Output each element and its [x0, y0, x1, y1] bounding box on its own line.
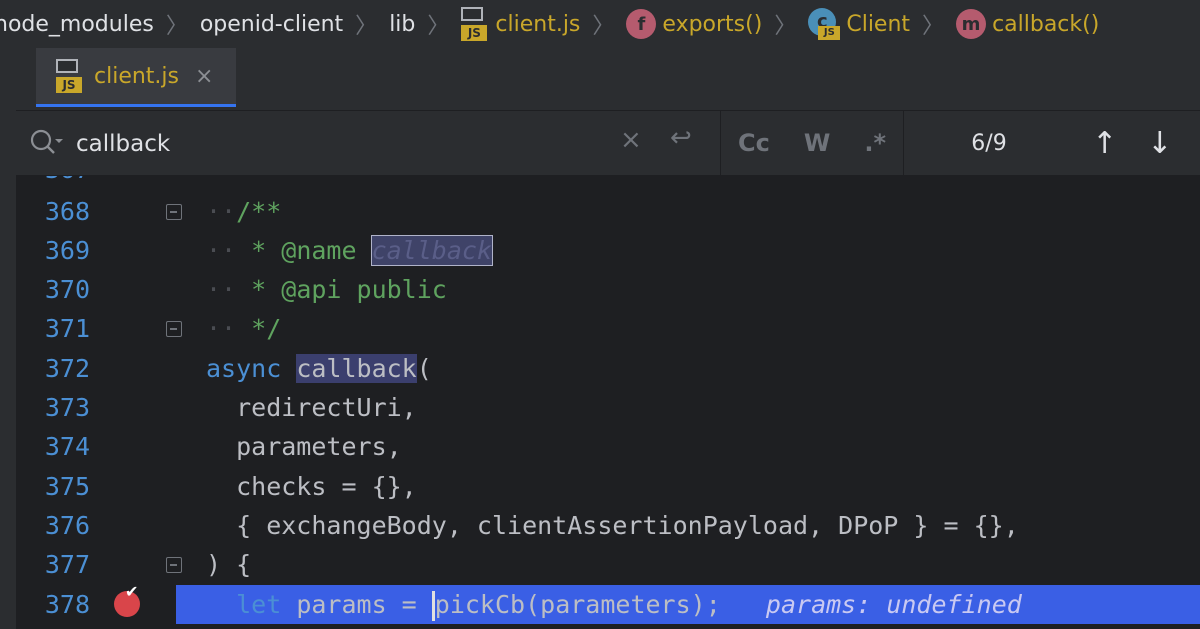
search-icon[interactable]: [28, 127, 64, 159]
comment-text: * @name: [236, 236, 372, 265]
chevron-right-icon: 〉: [774, 14, 797, 39]
inline-debug-value: params: undefined: [765, 590, 1022, 619]
left-tool-strip: [0, 48, 17, 629]
comment-text: */: [236, 314, 282, 343]
chevron-right-icon: 〉: [355, 14, 378, 39]
code-line: redirectUri,: [176, 388, 1200, 427]
search-match-highlight: callback: [370, 235, 494, 266]
tab-label: client.js: [94, 63, 179, 89]
breadcrumb-label: openid-client: [199, 11, 344, 37]
whole-word-toggle[interactable]: W: [804, 129, 830, 157]
code-line: async callback(: [176, 349, 1200, 388]
chevron-right-icon: 〉: [427, 14, 450, 39]
line-number: 376: [44, 511, 90, 540]
breadcrumb-label: Client: [846, 11, 911, 37]
replace-icon[interactable]: ↩: [670, 123, 692, 153]
function-icon: f: [626, 9, 657, 39]
js-file-icon: JS: [56, 59, 84, 93]
clear-icon[interactable]: ×: [620, 125, 642, 155]
code-line: ·· * @api public: [206, 275, 447, 304]
line-number: 368: [44, 197, 90, 226]
breadcrumb-label: client.js: [495, 11, 581, 37]
execution-line: let params = pickCb(parameters); params:…: [176, 585, 1200, 624]
chevron-right-icon: 〉: [922, 14, 945, 39]
code-text: pickCb(parameters);: [434, 590, 721, 619]
regex-toggle[interactable]: .*: [864, 129, 886, 157]
search-match-highlight: callback: [296, 354, 417, 383]
breadcrumb-client-class[interactable]: c JS Client: [808, 8, 910, 40]
breadcrumb-lib[interactable]: lib: [389, 12, 415, 37]
breadcrumb-callback[interactable]: m callback(): [956, 9, 1099, 39]
code-line: ) {: [176, 545, 1200, 584]
code-text: (: [416, 354, 432, 383]
match-case-toggle[interactable]: Cc: [738, 129, 770, 157]
editor-tab-bar: JS client.js ×: [16, 48, 1200, 111]
code-line: ··/**: [206, 197, 282, 226]
find-field-area: × ↩: [16, 111, 720, 175]
line-number: 378: [44, 590, 90, 619]
breadcrumb-label: exports(): [662, 11, 763, 37]
code-text: redirectUri,: [206, 393, 417, 422]
line-number: 375: [44, 472, 90, 501]
tab-client-js[interactable]: JS client.js ×: [36, 48, 236, 107]
line-number: 370: [44, 275, 90, 304]
code-editor[interactable]: 367 368 ··/** 369 ·· * @name callback 37…: [16, 176, 1200, 629]
line-number: 369: [44, 236, 90, 265]
class-icon: c JS: [808, 8, 841, 40]
code-line: { exchangeBody, clientAssertionPayload, …: [176, 506, 1200, 545]
code-line: parameters,: [176, 427, 1200, 466]
code-line: ·· * @name callback: [206, 235, 494, 266]
previous-match-button[interactable]: ↑: [1092, 126, 1117, 161]
keyword: async: [206, 354, 282, 383]
js-file-icon: JS: [461, 7, 489, 41]
breadcrumb-client-js[interactable]: JS client.js: [461, 7, 580, 41]
code-text: parameters,: [206, 432, 402, 461]
breadcrumb: node_modules 〉 openid-client 〉 lib 〉 JS …: [0, 0, 1200, 48]
close-icon[interactable]: ×: [195, 64, 213, 89]
code-text: { exchangeBody, clientAssertionPayload, …: [206, 511, 1019, 540]
chevron-right-icon: 〉: [165, 14, 188, 39]
match-count: 6/9: [971, 130, 1007, 156]
line-number: 377: [44, 550, 90, 579]
code-text: params =: [281, 590, 432, 619]
line-number: 367: [16, 176, 90, 189]
line-number: 373: [44, 393, 90, 422]
find-bar: × ↩ Cc W .* 6/9 ↑ ↓: [16, 111, 1200, 176]
line-number: 374: [44, 432, 90, 461]
code-text: ) {: [206, 550, 252, 579]
line-number: 372: [44, 354, 90, 383]
code-line: ·· */: [206, 314, 282, 343]
next-match-button[interactable]: ↓: [1147, 126, 1172, 161]
breadcrumb-node-modules[interactable]: node_modules: [0, 12, 154, 37]
comment-text: /**: [236, 197, 282, 226]
breakpoint-icon[interactable]: [114, 582, 140, 617]
breadcrumb-openid-client[interactable]: openid-client: [200, 12, 343, 37]
comment-text: * @api: [236, 275, 357, 304]
comment-text: public: [356, 275, 447, 304]
find-navigation: ↑ ↓: [1074, 126, 1172, 161]
code-text: checks = {},: [206, 472, 417, 501]
breadcrumb-label: callback(): [992, 11, 1100, 37]
method-icon: m: [956, 9, 987, 39]
find-options: Cc W .*: [720, 111, 904, 175]
line-number: 371: [44, 314, 90, 343]
search-input[interactable]: [74, 125, 608, 163]
breadcrumb-label: node_modules: [0, 11, 154, 37]
breadcrumb-exports[interactable]: f exports(): [626, 9, 762, 39]
breadcrumb-label: lib: [389, 11, 416, 37]
keyword: let: [206, 590, 282, 619]
code-line: checks = {},: [176, 467, 1200, 506]
chevron-right-icon: 〉: [592, 14, 615, 39]
